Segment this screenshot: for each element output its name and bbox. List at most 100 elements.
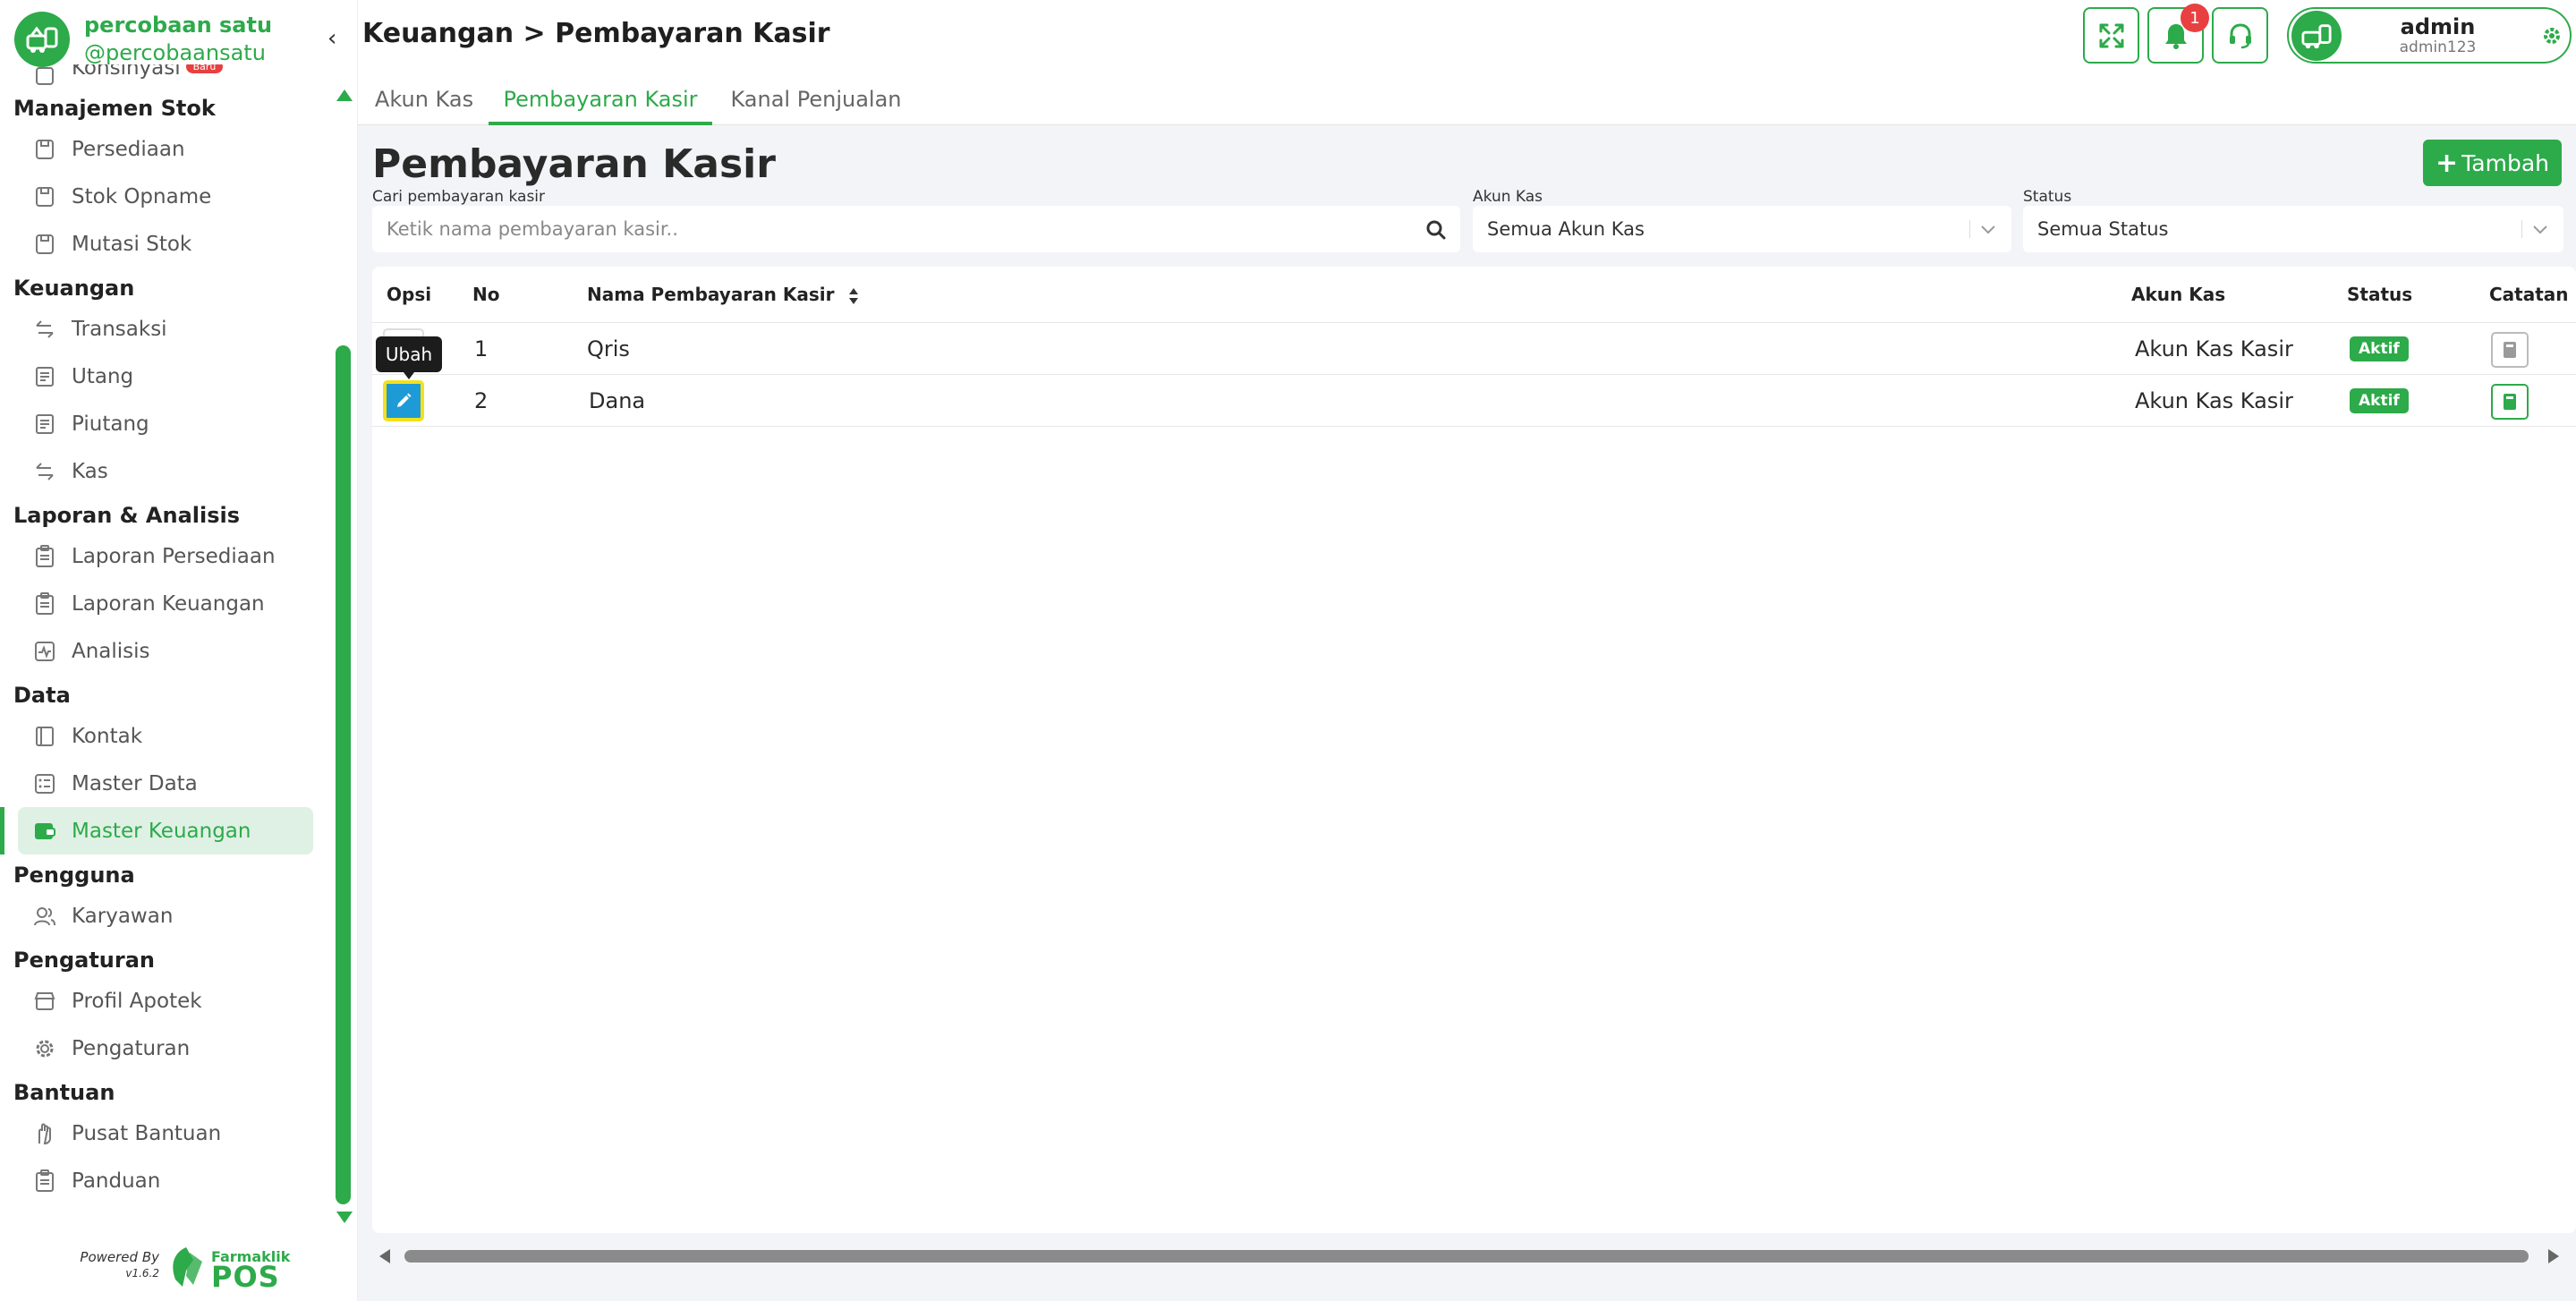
note-button[interactable] xyxy=(2491,332,2529,368)
transfer-icon xyxy=(32,459,57,484)
scroll-up-arrow-icon[interactable] xyxy=(336,89,353,101)
row-number: 2 xyxy=(474,388,489,413)
tab-pembayaran-kasir[interactable]: Pembayaran Kasir xyxy=(489,73,712,125)
list-icon xyxy=(32,412,57,437)
sidebar-item-laporan-persediaan[interactable]: Laporan Persediaan xyxy=(0,532,331,580)
user-id: admin123 xyxy=(2399,38,2477,56)
notification-count: 1 xyxy=(2181,4,2209,32)
sidebar-item-transaksi[interactable]: Transaksi xyxy=(0,305,331,353)
sidebar-item-konsinyasi[interactable]: Konsinyasi Baru xyxy=(0,64,331,88)
notification-button[interactable]: 1 xyxy=(2147,4,2209,64)
akun-kas-value: Akun Kas Kasir xyxy=(2135,388,2293,413)
search-label: Cari pembayaran kasir xyxy=(372,188,546,206)
user-name: admin xyxy=(2400,13,2476,39)
scrollbar-thumb[interactable] xyxy=(336,345,351,1204)
sidebar-item-label: Piutang xyxy=(72,412,149,436)
list-icon xyxy=(32,364,57,389)
topbar: Keuangan > Pembayaran Kasir 1 admin admi… xyxy=(358,0,2576,72)
box-icon xyxy=(32,232,57,257)
table-horizontal-scrollbar[interactable] xyxy=(376,1246,2559,1265)
database-icon xyxy=(32,771,57,796)
sidebar-item-label: Laporan Persediaan xyxy=(72,544,276,568)
sort-icon[interactable] xyxy=(847,286,860,306)
sidebar-item-kontak[interactable]: Kontak xyxy=(0,712,331,760)
sidebar-item-piutang[interactable]: Piutang xyxy=(0,400,331,447)
users-icon xyxy=(32,904,57,929)
sidebar-section-title: Keuangan xyxy=(13,276,135,301)
scrollbar-thumb[interactable] xyxy=(404,1250,2529,1263)
plus-icon: + xyxy=(2436,147,2459,179)
search-input[interactable]: Ketik nama pembayaran kasir.. xyxy=(387,218,678,240)
sidebar-item-pusat-bantuan[interactable]: Pusat Bantuan xyxy=(0,1110,331,1157)
column-header-opsi: Opsi xyxy=(387,284,432,305)
note-button[interactable] xyxy=(2491,384,2529,420)
status-value: Semua Status xyxy=(2037,218,2169,240)
pencil-icon xyxy=(397,393,412,407)
status-label: Status xyxy=(2023,188,2072,206)
sidebar-section-title: Bantuan xyxy=(13,1080,115,1105)
collapse-sidebar-icon[interactable]: ‹ xyxy=(327,25,336,52)
clipboard-icon xyxy=(32,1169,57,1194)
user-menu[interactable]: admin admin123 xyxy=(2287,7,2572,64)
sidebar: percobaan satu @percobaansatu ‹ Konsinya… xyxy=(0,0,358,1301)
search-icon[interactable] xyxy=(1424,218,1448,246)
sidebar-item-analisis[interactable]: Analisis xyxy=(0,627,331,675)
add-button[interactable]: + Tambah xyxy=(2423,140,2562,186)
sidebar-item-profil-apotek[interactable]: Profil Apotek xyxy=(0,977,331,1025)
sidebar-item-label: Master Keuangan xyxy=(72,819,251,843)
sidebar-item-persediaan[interactable]: Persediaan xyxy=(0,125,331,173)
gear-icon[interactable] xyxy=(2534,25,2570,47)
app-version: v1.6.2 xyxy=(125,1267,159,1280)
akun-kas-value: Akun Kas Kasir xyxy=(2135,336,2293,361)
avatar xyxy=(2291,10,2342,61)
scroll-down-arrow-icon[interactable] xyxy=(336,1212,353,1223)
box-icon xyxy=(32,137,57,162)
sidebar-item-label: Konsinyasi xyxy=(72,64,181,80)
column-header-status: Status xyxy=(2347,284,2413,305)
sidebar-item-master-data[interactable]: Master Data xyxy=(0,760,331,807)
sidebar-item-mutasi-stok[interactable]: Mutasi Stok xyxy=(0,220,331,268)
logo-big-text: POS xyxy=(211,1260,280,1294)
search-field[interactable]: Ketik nama pembayaran kasir.. xyxy=(372,206,1460,252)
book-icon xyxy=(2504,342,2516,358)
sidebar-item-panduan[interactable]: Panduan xyxy=(0,1157,331,1204)
status-badge: Aktif xyxy=(2350,336,2409,361)
sidebar-item-label: Kas xyxy=(72,459,108,483)
farmaklik-icon xyxy=(173,1247,202,1287)
sidebar-section-title: Pengaturan xyxy=(13,948,156,973)
sidebar-item-pengaturan[interactable]: Pengaturan xyxy=(0,1025,331,1072)
sidebar-item-label: Analisis xyxy=(72,639,150,663)
sidebar-section-title: Manajemen Stok xyxy=(13,96,216,121)
sidebar-item-laporan-keuangan[interactable]: Laporan Keuangan xyxy=(0,580,331,627)
edit-button[interactable] xyxy=(383,380,424,421)
support-button[interactable] xyxy=(2212,7,2268,64)
scroll-right-arrow-icon[interactable] xyxy=(2548,1249,2559,1263)
status-select[interactable]: Semua Status xyxy=(2023,206,2563,252)
tab-akun-kas[interactable]: Akun Kas xyxy=(367,73,481,125)
sidebar-scrollbar[interactable] xyxy=(335,86,353,1231)
powered-by: Powered By v1.6.2 xyxy=(70,1249,159,1281)
farmaklik-logo: Farmaklik POS xyxy=(166,1244,290,1294)
sidebar-item-label: Mutasi Stok xyxy=(72,232,192,256)
sidebar-item-label: Laporan Keuangan xyxy=(72,591,265,616)
akun-kas-select[interactable]: Semua Akun Kas xyxy=(1473,206,2011,252)
column-header-name-label: Nama Pembayaran Kasir xyxy=(587,284,835,305)
column-header-akun-kas: Akun Kas xyxy=(2131,284,2226,305)
sidebar-item-stok-opname[interactable]: Stok Opname xyxy=(0,173,331,220)
scroll-left-arrow-icon[interactable] xyxy=(379,1249,390,1263)
brand[interactable]: percobaan satu @percobaansatu xyxy=(14,11,272,68)
sidebar-item-karyawan[interactable]: Karyawan xyxy=(0,892,331,940)
tab-kanal-penjualan[interactable]: Kanal Penjualan xyxy=(718,73,914,125)
chevron-down-icon xyxy=(2529,218,2551,244)
sidebar-item-kas[interactable]: Kas xyxy=(0,447,331,495)
sidebar-item-master-keuangan[interactable]: Master Keuangan xyxy=(0,807,313,855)
sidebar-item-label: Profil Apotek xyxy=(72,989,202,1013)
box-icon xyxy=(32,64,57,88)
fullscreen-button[interactable] xyxy=(2083,7,2139,64)
akun-kas-value: Semua Akun Kas xyxy=(1487,218,1645,240)
column-header-name[interactable]: Nama Pembayaran Kasir xyxy=(587,267,860,322)
powered-by-text: Powered By xyxy=(80,1249,159,1265)
sidebar-item-utang[interactable]: Utang xyxy=(0,353,331,400)
edit-tooltip: Ubah xyxy=(376,336,442,379)
brand-name: percobaan satu xyxy=(84,13,273,38)
